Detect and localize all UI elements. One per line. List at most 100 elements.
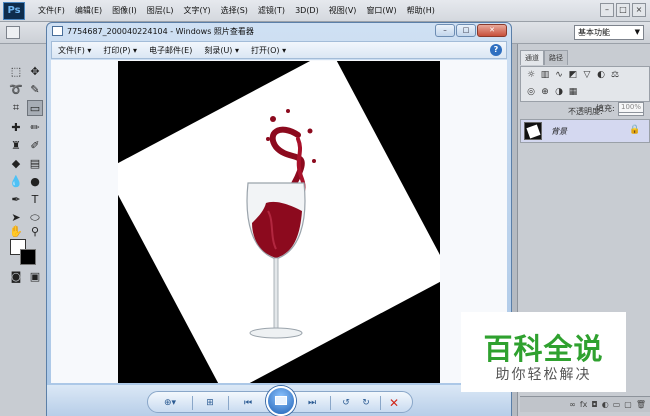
rotate-cw-icon[interactable]: ↻ (358, 397, 374, 409)
marquee-tool-icon[interactable]: ⬚ (8, 64, 24, 80)
hue-icon[interactable]: ◐ (595, 70, 607, 80)
photo-viewer-window: 7754687_200040224104 - Windows 照片查看器 – □… (46, 22, 512, 416)
panel-tabs: 通道 路径 (520, 50, 650, 65)
photo-stage (51, 60, 507, 383)
layer-thumbnail (524, 122, 542, 140)
photoshop-window-controls: – □ × (600, 3, 646, 17)
curves-icon[interactable]: ∿ (553, 70, 565, 80)
separator (192, 396, 193, 410)
link-layers-icon[interactable]: ∞ (569, 400, 576, 409)
viewer-window-controls: – □ ✕ (435, 24, 507, 37)
new-layer-icon[interactable]: ▢ (624, 400, 632, 409)
eraser-tool-icon[interactable]: ◆ (8, 156, 24, 172)
next-icon[interactable]: ⏭ (304, 397, 320, 409)
photo-canvas (118, 61, 440, 383)
fill-field[interactable]: 100% (618, 102, 644, 113)
watermark-subtitle: 助你轻松解决 (495, 367, 592, 383)
actual-size-icon[interactable]: ⊞ (202, 397, 218, 409)
previous-icon[interactable]: ⏮ (240, 397, 256, 409)
spot-heal-tool-icon[interactable]: ✚ (8, 120, 24, 136)
watermark-title: 百科全说 (483, 332, 604, 366)
viewer-close-button[interactable]: ✕ (477, 24, 507, 37)
lock-icon: 🔒 (629, 125, 641, 135)
trash-icon[interactable]: 🗑 (636, 400, 646, 409)
viewer-control-bar: ⊕▾ ⊞ ⏮ ⏭ ↺ ↻ ✕ (47, 385, 511, 416)
rotate-ccw-icon[interactable]: ↺ (338, 397, 354, 409)
workspace-select[interactable]: 基本功能 ▼ (574, 25, 644, 40)
layer-row-background[interactable]: 背景 🔒 (520, 119, 650, 143)
fill-label: 填充: (596, 104, 615, 113)
viewer-minimize-button[interactable]: – (435, 24, 455, 37)
zoom-tool-icon[interactable]: ⚲ (27, 224, 43, 240)
delete-icon[interactable]: ✕ (386, 396, 402, 410)
close-button[interactable]: × (632, 3, 646, 17)
menu-filter[interactable]: 滤镜(T) (253, 5, 290, 16)
lasso-tool-icon[interactable]: ➰ (8, 82, 24, 98)
viewer-titlebar[interactable]: 7754687_200040224104 - Windows 照片查看器 – □… (47, 23, 511, 41)
clone-stamp-tool-icon[interactable]: ♜ (8, 138, 24, 154)
layers-footer: ∞ fx ◘ ◐ ▭ ▢ 🗑 (520, 396, 650, 412)
viewer-menu-file[interactable]: 文件(F) ▾ (52, 45, 97, 56)
photoshop-logo: Ps (3, 1, 25, 20)
background-color-swatch[interactable] (20, 249, 36, 265)
workspace-label: 基本功能 (578, 28, 610, 37)
viewer-menu-burn[interactable]: 刻录(U) ▾ (198, 45, 245, 56)
crop-tool-icon[interactable]: ⌗ (8, 100, 24, 116)
slideshow-icon[interactable] (266, 386, 296, 416)
toolbox: ⬚ ✥ ➰ ✎ ⌗ ▭ ✚ ✏ ♜ ✐ ◆ ▤ 💧 ● ✒ T ➤ ⬭ ✋ ⚲ … (0, 44, 50, 416)
mask-icon[interactable]: ◘ (591, 400, 597, 409)
adjustment-layer-icon[interactable]: ◐ (602, 400, 609, 409)
levels-icon[interactable]: ▥ (539, 70, 551, 80)
pen-tool-icon[interactable]: ✒ (8, 192, 24, 208)
quick-mask-icon[interactable]: ◙ (8, 269, 24, 285)
brush-tool-icon[interactable]: ✏ (27, 120, 43, 136)
viewer-menubar: 文件(F) ▾ 打印(P) ▾ 电子邮件(E) 刻录(U) ▾ 打开(O) ▾ … (51, 41, 507, 59)
layer-name: 背景 (551, 127, 567, 136)
hand-tool-icon[interactable]: ✋ (8, 224, 24, 240)
viewer-title: 7754687_200040224104 - Windows 照片查看器 (67, 27, 254, 36)
balance-icon[interactable]: ⚖ (609, 70, 621, 80)
exposure-icon[interactable]: ◩ (567, 70, 579, 80)
playback-controls: ⊕▾ ⊞ ⏮ ⏭ ↺ ↻ ✕ (147, 386, 413, 416)
blur-tool-icon[interactable]: 💧 (8, 174, 24, 190)
dodge-tool-icon[interactable]: ● (27, 174, 43, 190)
viewer-maximize-button[interactable]: □ (456, 24, 476, 37)
help-icon[interactable]: ? (490, 44, 502, 56)
maximize-button[interactable]: □ (616, 3, 630, 17)
wine-glass-image (246, 109, 316, 339)
menu-edit[interactable]: 编辑(E) (70, 5, 107, 16)
minimize-button[interactable]: – (600, 3, 614, 17)
zoom-icon[interactable]: ⊕▾ (162, 397, 178, 409)
menu-file[interactable]: 文件(F) (33, 5, 70, 16)
tab-paths[interactable]: 路径 (544, 50, 568, 65)
brightness-icon[interactable]: ☼ (525, 70, 537, 80)
type-tool-icon[interactable]: T (27, 192, 43, 208)
menu-select[interactable]: 选择(S) (216, 5, 253, 16)
viewer-menu-print[interactable]: 打印(P) ▾ (97, 45, 143, 56)
fx-icon[interactable]: fx (580, 400, 588, 409)
group-icon[interactable]: ▭ (613, 400, 621, 409)
menu-3d[interactable]: 3D(D) (290, 6, 324, 15)
viewer-menu-email[interactable]: 电子邮件(E) (143, 45, 198, 56)
photoshop-menubar: Ps 文件(F) 编辑(E) 图像(I) 图层(L) 文字(Y) 选择(S) 滤… (0, 0, 650, 22)
viewer-menu-open[interactable]: 打开(O) ▾ (245, 45, 292, 56)
menu-help[interactable]: 帮助(H) (402, 5, 440, 16)
move-tool-icon[interactable]: ✥ (27, 64, 43, 80)
menu-window[interactable]: 窗口(W) (361, 5, 401, 16)
screen-mode-icon[interactable]: ▣ (27, 269, 43, 285)
separator (380, 396, 381, 410)
slice-tool-icon[interactable]: ▭ (27, 100, 43, 116)
menu-layer[interactable]: 图层(L) (142, 5, 179, 16)
separator (330, 396, 331, 410)
menu-image[interactable]: 图像(I) (107, 5, 142, 16)
vibrance-icon[interactable]: ▽ (581, 70, 593, 80)
tool-preset-icon[interactable] (6, 26, 20, 39)
chevron-down-icon: ▼ (634, 28, 640, 36)
quick-select-tool-icon[interactable]: ✎ (27, 82, 43, 98)
menu-type[interactable]: 文字(Y) (178, 5, 215, 16)
tab-channels[interactable]: 通道 (520, 50, 544, 65)
history-brush-tool-icon[interactable]: ✐ (27, 138, 43, 154)
fill-controls: 填充: 100% (520, 86, 650, 113)
gradient-tool-icon[interactable]: ▤ (27, 156, 43, 172)
menu-view[interactable]: 视图(V) (324, 5, 362, 16)
